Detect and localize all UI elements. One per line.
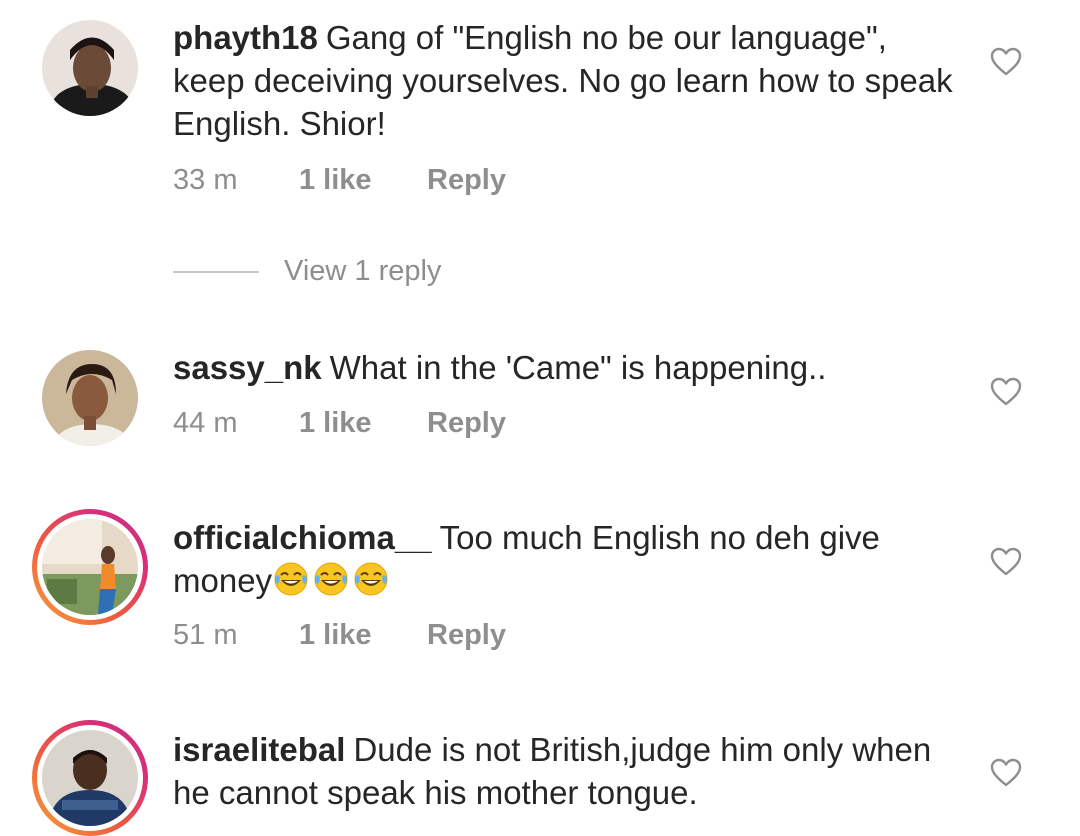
- comment-username[interactable]: officialchioma__: [173, 519, 432, 556]
- face-with-tears-of-joy-icon: [274, 562, 308, 596]
- divider: [173, 270, 259, 273]
- avatar-story-ring[interactable]: [32, 720, 148, 836]
- comment-likes[interactable]: 1 like: [299, 619, 427, 652]
- comment-time: 44 m: [173, 407, 238, 439]
- comment-username[interactable]: phayth18: [173, 19, 318, 56]
- face-with-tears-of-joy-icon: [314, 562, 348, 596]
- heart-outline-icon[interactable]: [990, 47, 1022, 77]
- comment-time: 51 m: [173, 619, 238, 651]
- comment-likes[interactable]: 1 like: [299, 407, 427, 440]
- heart-outline-icon[interactable]: [990, 547, 1022, 577]
- heart-outline-icon[interactable]: [990, 377, 1022, 407]
- comment-text: officialchioma__ Too much English no deh …: [173, 516, 963, 602]
- comment-text: israelitebal Dude is not British,judge hi…: [173, 728, 963, 814]
- reply-button[interactable]: Reply: [427, 619, 506, 652]
- view-replies-label[interactable]: View 1 reply: [284, 255, 441, 288]
- comment-text: sassy_nk What in the 'Came" is happening.…: [173, 346, 963, 389]
- comment-time: 33 m: [173, 164, 238, 196]
- avatar[interactable]: [42, 350, 138, 446]
- avatar-story-ring[interactable]: [32, 509, 148, 625]
- comment-body: What in the 'Came" is happening..: [329, 349, 827, 386]
- comment-username[interactable]: israelitebal: [173, 731, 345, 768]
- comment-meta: 51 m 1 like Reply: [173, 619, 506, 652]
- avatar[interactable]: [42, 20, 138, 116]
- reply-button[interactable]: Reply: [427, 407, 506, 440]
- view-replies[interactable]: View 1 reply: [173, 255, 441, 288]
- face-with-tears-of-joy-icon: [354, 562, 388, 596]
- comment-meta: 44 m 1 like Reply: [173, 407, 506, 440]
- heart-outline-icon[interactable]: [990, 758, 1022, 788]
- comment-meta: 33 m 1 like Reply: [173, 164, 506, 197]
- comment-username[interactable]: sassy_nk: [173, 349, 322, 386]
- comment-text: phayth18 Gang of "English no be our langu…: [173, 16, 963, 145]
- comment-likes[interactable]: 1 like: [299, 164, 427, 197]
- avatar: [42, 730, 138, 826]
- avatar: [42, 519, 138, 615]
- reply-button[interactable]: Reply: [427, 164, 506, 197]
